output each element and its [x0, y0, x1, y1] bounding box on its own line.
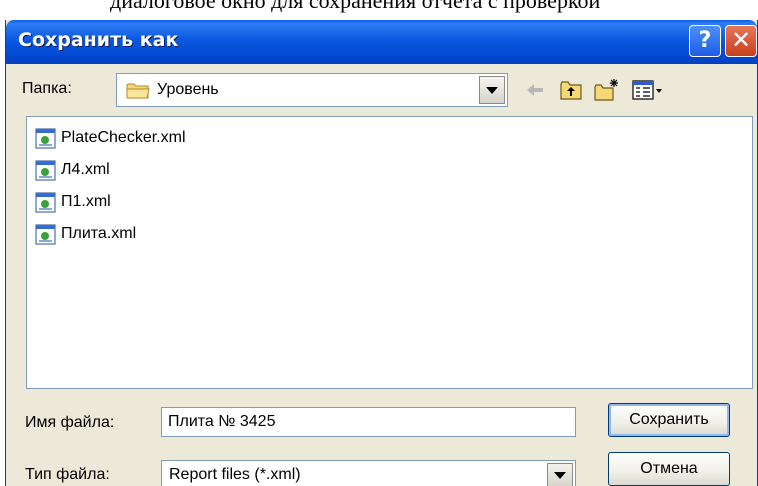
folder-icon	[126, 83, 150, 99]
xml-file-icon	[35, 159, 56, 181]
background-document-line: диалоговое окно для сохранения отчета с …	[110, 0, 601, 13]
background-document-text: диалоговое окно для сохранения отчета с …	[0, 0, 758, 22]
filetype-label: Тип файла:	[25, 466, 110, 483]
list-item[interactable]: Л4.xml	[35, 159, 110, 181]
filename-input[interactable]	[161, 407, 576, 437]
xml-file-icon	[35, 191, 56, 213]
cancel-button[interactable]: Отмена	[608, 452, 730, 486]
back-arrow-icon[interactable]	[524, 78, 546, 102]
filetype-value: Report files (*.xml)	[169, 466, 301, 483]
file-list[interactable]: PlateChecker.xml Л4.xml П1.xml Плита.xml	[26, 116, 753, 389]
xml-file-icon	[35, 223, 56, 245]
up-folder-icon[interactable]	[559, 78, 583, 102]
save-button[interactable]: Сохранить	[608, 403, 730, 437]
help-icon: ?	[698, 28, 712, 53]
folder-dropdown[interactable]: Уровень	[116, 73, 508, 107]
filetype-dropdown[interactable]: Report files (*.xml)	[161, 460, 576, 486]
file-name: PlateChecker.xml	[61, 129, 186, 146]
chevron-down-icon[interactable]	[547, 463, 573, 486]
folder-label: Папка:	[22, 80, 72, 97]
chevron-down-icon[interactable]	[479, 76, 505, 104]
close-button[interactable]: ✕	[725, 25, 757, 57]
current-folder: Уровень	[157, 81, 219, 98]
new-folder-icon[interactable]	[594, 78, 620, 102]
views-menu-icon[interactable]	[631, 78, 665, 102]
list-item[interactable]: PlateChecker.xml	[35, 127, 186, 149]
list-item[interactable]: Плита.xml	[35, 223, 136, 245]
dialog-title: Сохранить как	[18, 29, 179, 51]
title-bar[interactable]: Сохранить как ? ✕	[6, 20, 757, 64]
help-button[interactable]: ?	[689, 25, 721, 57]
file-name: П1.xml	[61, 193, 111, 210]
save-as-dialog: Сохранить как ? ✕ Папка: Уровень PlateCh…	[5, 20, 758, 486]
file-name: Л4.xml	[61, 161, 110, 178]
file-name: Плита.xml	[61, 225, 137, 242]
close-icon: ✕	[730, 26, 752, 54]
filename-label: Имя файла:	[25, 414, 115, 431]
xml-file-icon	[35, 127, 56, 149]
list-item[interactable]: П1.xml	[35, 191, 111, 213]
